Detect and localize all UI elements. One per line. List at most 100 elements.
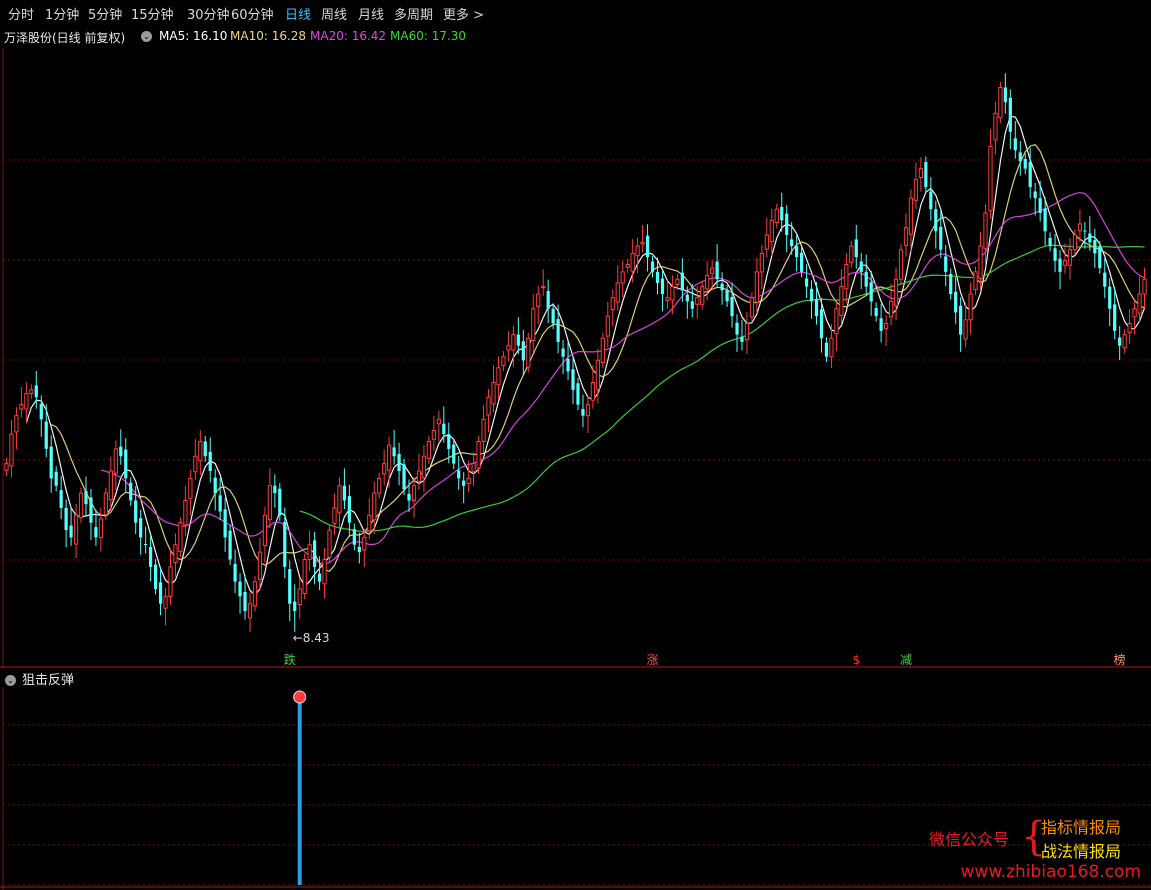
candle-body bbox=[1023, 159, 1027, 169]
candle-body bbox=[571, 369, 575, 390]
candle bbox=[650, 256, 655, 278]
timeframe-tab-5[interactable]: 60分钟 bbox=[231, 4, 274, 23]
candle-body bbox=[94, 527, 98, 538]
timeframe-tab-1[interactable]: 1分钟 bbox=[45, 4, 79, 23]
candle bbox=[1103, 258, 1107, 299]
candle bbox=[158, 567, 163, 616]
candle-body bbox=[790, 239, 794, 247]
candle-body bbox=[988, 146, 993, 212]
candle bbox=[1008, 89, 1012, 150]
timeframe-tab-0[interactable]: 分时 bbox=[8, 4, 34, 23]
candle-body bbox=[1142, 278, 1147, 295]
candle-body bbox=[113, 448, 118, 474]
candle-body bbox=[347, 496, 351, 523]
candle-body bbox=[476, 441, 481, 469]
candle bbox=[382, 449, 387, 486]
ma20-value: MA20: 16.42 bbox=[310, 29, 387, 43]
candle-body bbox=[491, 382, 496, 405]
candle-body bbox=[501, 356, 506, 367]
candle bbox=[431, 416, 436, 451]
candle bbox=[754, 257, 760, 314]
candle bbox=[134, 486, 138, 535]
candle-body bbox=[173, 544, 178, 563]
candle-body bbox=[158, 582, 163, 604]
candle bbox=[59, 475, 63, 520]
timeframe-tab-6[interactable]: 日线 bbox=[285, 4, 311, 23]
candle-body bbox=[362, 536, 367, 551]
price-gridlines bbox=[0, 48, 1151, 668]
candle bbox=[39, 395, 43, 437]
candle-body bbox=[754, 271, 760, 303]
timeframe-tab-10[interactable]: 更多 > bbox=[443, 4, 484, 23]
candle bbox=[302, 553, 307, 599]
candle-body bbox=[496, 367, 501, 386]
candle-body bbox=[879, 318, 883, 331]
candle bbox=[173, 533, 178, 577]
candle bbox=[452, 438, 456, 470]
timeframe-tab-2[interactable]: 5分钟 bbox=[88, 4, 122, 23]
candle-body bbox=[720, 283, 724, 291]
candle-body bbox=[462, 480, 466, 486]
candle-body bbox=[898, 249, 904, 280]
timeframe-tab-9[interactable]: 多周期 bbox=[394, 4, 433, 23]
candle-body bbox=[9, 433, 14, 467]
candle-body bbox=[411, 485, 417, 501]
candle-body bbox=[561, 348, 565, 357]
candle-body bbox=[685, 294, 689, 302]
candle bbox=[571, 357, 575, 405]
low-price-label: ←8.43 bbox=[293, 631, 330, 645]
candle bbox=[1127, 309, 1132, 344]
candle bbox=[352, 523, 356, 551]
candle bbox=[531, 294, 536, 352]
candle-body bbox=[436, 418, 441, 425]
timeframe-tab-4[interactable]: 30分钟 bbox=[187, 4, 230, 23]
candle bbox=[9, 419, 14, 478]
candle-body bbox=[1043, 208, 1047, 232]
candle bbox=[1058, 250, 1062, 290]
candle-body bbox=[924, 161, 928, 188]
candle bbox=[1062, 243, 1068, 274]
candle bbox=[834, 300, 839, 352]
candle bbox=[278, 483, 282, 521]
candle bbox=[670, 275, 675, 315]
candle-body bbox=[139, 518, 143, 538]
candle bbox=[883, 315, 889, 346]
candle bbox=[556, 304, 560, 354]
timeframe-tab-8[interactable]: 月线 bbox=[358, 4, 384, 23]
candle bbox=[421, 444, 427, 493]
candle-body bbox=[342, 485, 347, 501]
candle bbox=[148, 535, 153, 582]
stock-title[interactable]: 万泽股份(日线 前复权) bbox=[4, 29, 125, 46]
candle-body bbox=[397, 454, 401, 471]
watermark-wechat: 微信公众号 bbox=[929, 830, 1010, 849]
candle-body bbox=[431, 429, 436, 440]
candle bbox=[660, 270, 665, 312]
candle-body bbox=[203, 441, 207, 457]
candle bbox=[988, 129, 993, 220]
chevron-down-icon[interactable]: ⌄ bbox=[5, 672, 16, 687]
candle bbox=[183, 486, 188, 537]
candle bbox=[585, 396, 591, 434]
candlestick-chart[interactable]: ←8.43 跌 涨 $ 减 榜 bbox=[0, 48, 1151, 668]
indicator-title[interactable]: 狙击反弹 bbox=[22, 669, 74, 688]
candle bbox=[29, 384, 34, 400]
signal-marker: 减 bbox=[900, 653, 912, 667]
candle-body bbox=[193, 455, 198, 473]
candle bbox=[193, 438, 198, 481]
candle-body bbox=[526, 337, 531, 368]
candle-body bbox=[223, 509, 227, 538]
candle-body bbox=[864, 271, 868, 287]
candle-body bbox=[521, 341, 525, 361]
candle-body bbox=[213, 477, 217, 494]
candle bbox=[78, 487, 84, 523]
candle bbox=[780, 192, 784, 232]
candle-body bbox=[89, 497, 93, 523]
candle bbox=[1137, 276, 1142, 322]
timeframe-tab-3[interactable]: 15分钟 bbox=[131, 4, 174, 23]
candle bbox=[238, 573, 242, 614]
candle bbox=[615, 265, 620, 311]
timeframe-tab-7[interactable]: 周线 bbox=[321, 4, 347, 23]
candle bbox=[73, 503, 79, 559]
candle bbox=[665, 280, 670, 310]
ma60-value: MA60: 17.30 bbox=[390, 29, 467, 43]
